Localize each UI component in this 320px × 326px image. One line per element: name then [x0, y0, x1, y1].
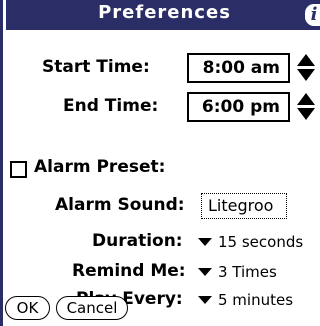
alarm-preset-label: Alarm Preset: [34, 157, 166, 177]
alarm-sound-label: Alarm Sound: [55, 195, 185, 215]
increment-arrow-icon[interactable] [297, 54, 315, 66]
duration-label: Duration: [92, 231, 183, 251]
duration-popup[interactable]: 15 seconds [198, 233, 303, 251]
decrement-arrow-icon[interactable] [297, 69, 315, 81]
info-icon[interactable]: i [305, 4, 320, 26]
play-every-value: 5 minutes [218, 291, 294, 309]
remind-me-label: Remind Me: [72, 261, 186, 281]
remind-me-value: 3 Times [218, 263, 277, 281]
cancel-button[interactable]: Cancel [56, 296, 128, 320]
title-bar: Preferences i [6, 0, 320, 30]
play-every-popup[interactable]: 5 minutes [198, 291, 293, 309]
start-time-stepper[interactable] [297, 53, 315, 83]
dropdown-arrow-icon [198, 237, 212, 246]
increment-arrow-icon[interactable] [297, 93, 315, 105]
duration-value: 15 seconds [218, 233, 304, 251]
end-time-stepper[interactable] [297, 92, 315, 122]
dropdown-arrow-icon [198, 267, 212, 276]
alarm-preset-checkbox[interactable] [10, 161, 27, 178]
start-time-field[interactable]: 8:00 am [187, 53, 290, 83]
dropdown-arrow-icon [198, 295, 212, 304]
alarm-sound-field[interactable]: Litegroo [201, 193, 287, 219]
end-time-field[interactable]: 6:00 pm [187, 92, 290, 122]
dialog-title: Preferences [98, 2, 231, 23]
decrement-arrow-icon[interactable] [297, 108, 315, 120]
start-time-label: Start Time: [42, 57, 150, 77]
ok-button[interactable]: OK [5, 296, 50, 320]
end-time-label: End Time: [63, 96, 159, 116]
remind-me-popup[interactable]: 3 Times [198, 263, 277, 281]
